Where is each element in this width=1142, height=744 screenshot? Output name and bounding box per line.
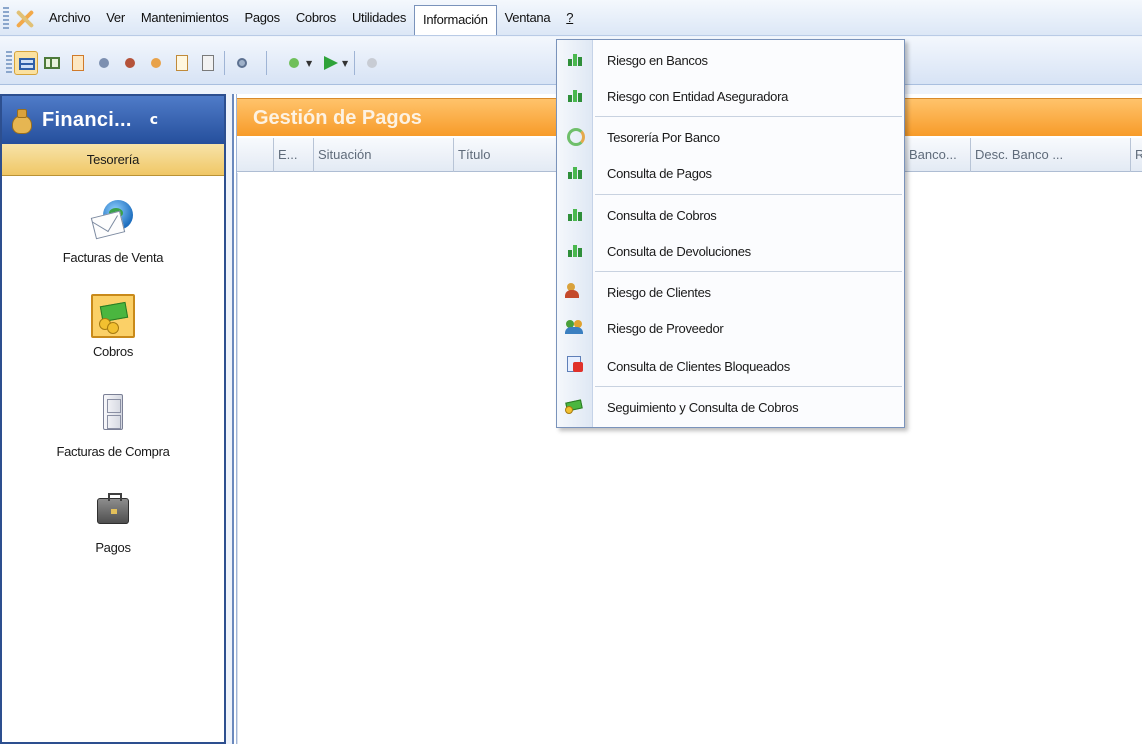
tool-icon[interactable]	[92, 51, 116, 75]
menu-item-label: Riesgo de Proveedor	[607, 320, 724, 336]
menu-item-clientes-bloqueados[interactable]: Consulta de Clientes Bloqueados	[557, 348, 904, 384]
menu-item-riesgo-bancos[interactable]: Riesgo en Bancos	[557, 42, 904, 78]
blocked-icon	[557, 348, 593, 384]
menu-item-label: Consulta de Clientes Bloqueados	[607, 358, 790, 374]
navigation-header: Financi... c	[2, 96, 224, 144]
money-bag-icon	[10, 107, 32, 134]
menu-grip[interactable]	[3, 6, 9, 29]
navigation-items: Facturas de Venta Cobros Facturas de Com…	[2, 176, 224, 742]
menu-item-label: Riesgo de Clientes	[607, 284, 711, 300]
menu-pagos[interactable]: Pagos	[236, 5, 287, 31]
menu-ventana[interactable]: Ventana	[497, 5, 559, 31]
collapse-button[interactable]: c	[150, 112, 158, 128]
money-icon	[557, 389, 593, 425]
column-header-situacion[interactable]: Situación	[313, 138, 453, 172]
chart-icon	[557, 233, 593, 269]
section-header[interactable]: Tesorería	[2, 144, 224, 176]
nav-item-facturas-venta[interactable]: Facturas de Venta	[2, 198, 224, 265]
menu-item-label: Seguimiento y Consulta de Cobros	[607, 399, 799, 415]
menu-item-label: Riesgo en Bancos	[607, 52, 708, 68]
chevron-down-icon[interactable]: ▼	[306, 59, 312, 68]
menu-ver[interactable]: Ver	[98, 5, 133, 31]
document-icon[interactable]	[66, 51, 90, 75]
menu-item-consulta-pagos[interactable]: Consulta de Pagos	[557, 155, 904, 191]
column-header-estado[interactable]: E...	[273, 138, 313, 172]
menu-item-label: Consulta de Pagos	[607, 165, 712, 181]
nav-item-cobros[interactable]: Cobros	[2, 294, 224, 359]
menu-separator	[595, 271, 902, 272]
toolbar-separator	[224, 51, 225, 75]
briefcase-icon	[91, 488, 135, 534]
menu-item-tesoreria-banco[interactable]: Tesorería Por Banco	[557, 119, 904, 155]
menu-archivo[interactable]: Archivo	[41, 5, 98, 31]
navigation-title: Financi...	[42, 108, 132, 131]
app-logo-icon	[11, 6, 41, 30]
navigation-panel: Financi... c Tesorería Facturas de Venta…	[0, 94, 226, 744]
chart-icon	[557, 42, 593, 78]
nav-item-label: Facturas de Venta	[62, 250, 164, 265]
menu-informacion[interactable]: Información	[414, 4, 497, 35]
column-header-banco[interactable]: Banco...	[904, 138, 970, 172]
nav-item-label: Facturas de Compra	[56, 444, 170, 459]
nav-item-pagos[interactable]: Pagos	[2, 488, 224, 555]
money-icon	[91, 294, 135, 338]
informacion-dropdown-menu: Riesgo en Bancos Riesgo con Entidad Aseg…	[556, 39, 905, 428]
menu-mantenimientos[interactable]: Mantenimientos	[133, 5, 237, 31]
menu-item-label: Consulta de Devoluciones	[607, 243, 751, 259]
page-icon[interactable]	[170, 51, 194, 75]
view-list-icon[interactable]	[14, 51, 38, 75]
chart-icon	[557, 197, 593, 233]
download-icon[interactable]	[282, 51, 306, 75]
chevron-down-icon[interactable]: ▼	[342, 59, 348, 68]
menu-item-riesgo-aseguradora[interactable]: Riesgo con Entidad Aseguradora	[557, 78, 904, 114]
users-icon	[557, 310, 593, 346]
refresh-icon	[557, 119, 593, 155]
play-icon[interactable]	[318, 51, 342, 75]
menu-separator	[595, 386, 902, 387]
column-header-r[interactable]: R	[1130, 138, 1142, 172]
nav-item-label: Cobros	[92, 344, 134, 359]
menu-item-label: Tesorería Por Banco	[607, 129, 720, 145]
toolbar-separator	[266, 51, 267, 75]
nav-item-label: Pagos	[95, 540, 131, 555]
file-cabinet-icon	[91, 392, 135, 438]
menu-item-riesgo-proveedor[interactable]: Riesgo de Proveedor	[557, 310, 904, 346]
toolbar-grip[interactable]	[6, 51, 12, 73]
nav-item-facturas-compra[interactable]: Facturas de Compra	[2, 392, 224, 459]
checklist-icon[interactable]	[196, 51, 220, 75]
menu-item-label: Riesgo con Entidad Aseguradora	[607, 88, 789, 104]
menu-separator	[595, 116, 902, 117]
view-split-icon[interactable]	[40, 51, 64, 75]
menu-item-consulta-devoluciones[interactable]: Consulta de Devoluciones	[557, 233, 904, 269]
refresh-icon[interactable]	[144, 51, 168, 75]
search-icon[interactable]	[230, 51, 254, 75]
menu-item-riesgo-clientes[interactable]: Riesgo de Clientes	[557, 274, 904, 310]
tool-icon[interactable]	[118, 51, 142, 75]
chart-icon	[557, 78, 593, 114]
menu-item-consulta-cobros[interactable]: Consulta de Cobros	[557, 197, 904, 233]
menu-help[interactable]: ?	[558, 5, 581, 31]
menu-item-seguimiento-cobros[interactable]: Seguimiento y Consulta de Cobros	[557, 389, 904, 425]
menu-cobros[interactable]: Cobros	[288, 5, 344, 31]
user-icon	[557, 274, 593, 310]
menu-separator	[595, 194, 902, 195]
column-header-desc-banco[interactable]: Desc. Banco ...	[970, 138, 1130, 172]
export-icon[interactable]	[360, 51, 384, 75]
menu-item-label: Consulta de Cobros	[607, 207, 717, 223]
chart-icon	[557, 155, 593, 191]
toolbar-separator	[354, 51, 355, 75]
menu-utilidades[interactable]: Utilidades	[344, 5, 414, 31]
envelope-globe-icon	[90, 198, 135, 244]
menu-bar: Archivo Ver Mantenimientos Pagos Cobros …	[0, 0, 1142, 36]
